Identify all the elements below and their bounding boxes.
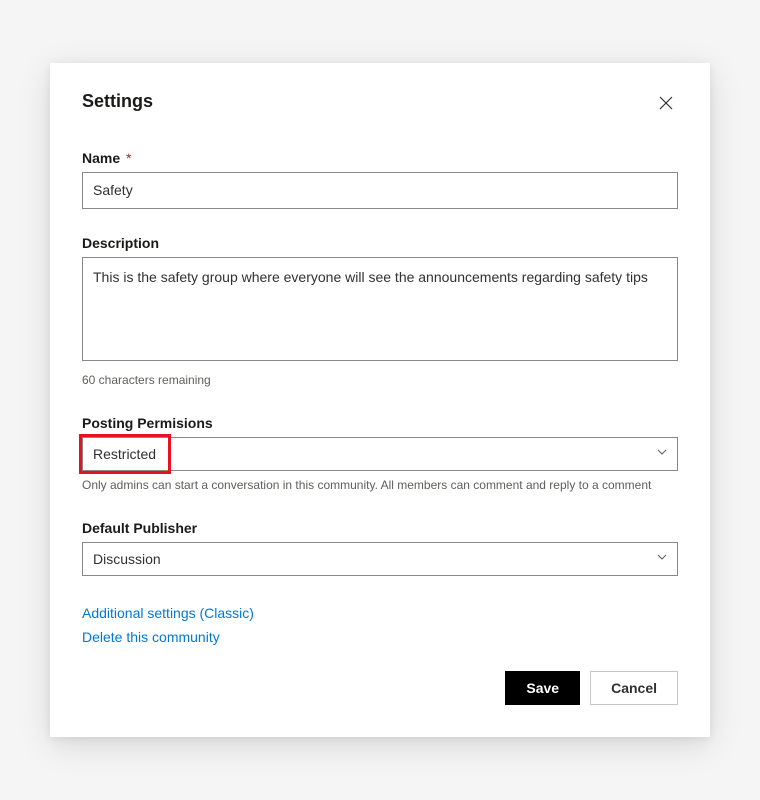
additional-settings-link[interactable]: Additional settings (Classic) bbox=[82, 602, 678, 626]
close-button[interactable] bbox=[654, 91, 678, 118]
name-input[interactable] bbox=[82, 172, 678, 210]
posting-field-group: Posting Permisions Restricted Only admin… bbox=[82, 415, 678, 494]
posting-label: Posting Permisions bbox=[82, 415, 678, 431]
save-button[interactable]: Save bbox=[505, 671, 580, 705]
description-field-group: Description This is the safety group whe… bbox=[82, 235, 678, 389]
description-label: Description bbox=[82, 235, 678, 251]
posting-select[interactable]: Restricted bbox=[82, 437, 678, 471]
dialog-title: Settings bbox=[82, 91, 153, 112]
publisher-select-value: Discussion bbox=[93, 551, 161, 567]
publisher-select[interactable]: Discussion bbox=[82, 542, 678, 576]
footer-actions: Save Cancel bbox=[82, 671, 678, 705]
required-asterisk: * bbox=[126, 150, 131, 166]
posting-helper: Only admins can start a conversation in … bbox=[82, 477, 678, 494]
settings-dialog: Settings Name * Description This is the … bbox=[50, 63, 710, 738]
description-input[interactable]: This is the safety group where everyone … bbox=[82, 257, 678, 361]
cancel-button[interactable]: Cancel bbox=[590, 671, 678, 705]
name-field-group: Name * bbox=[82, 150, 678, 210]
publisher-label: Default Publisher bbox=[82, 520, 678, 536]
dialog-header: Settings bbox=[82, 91, 678, 118]
links-row: Additional settings (Classic) Delete thi… bbox=[82, 602, 678, 650]
close-icon bbox=[658, 95, 674, 114]
publisher-field-group: Default Publisher Discussion bbox=[82, 520, 678, 576]
posting-select-value: Restricted bbox=[93, 446, 156, 462]
name-label: Name * bbox=[82, 150, 678, 166]
publisher-select-wrap: Discussion bbox=[82, 542, 678, 576]
posting-select-wrap: Restricted bbox=[82, 437, 678, 471]
delete-community-link[interactable]: Delete this community bbox=[82, 626, 678, 650]
description-remaining: 60 characters remaining bbox=[82, 372, 678, 389]
